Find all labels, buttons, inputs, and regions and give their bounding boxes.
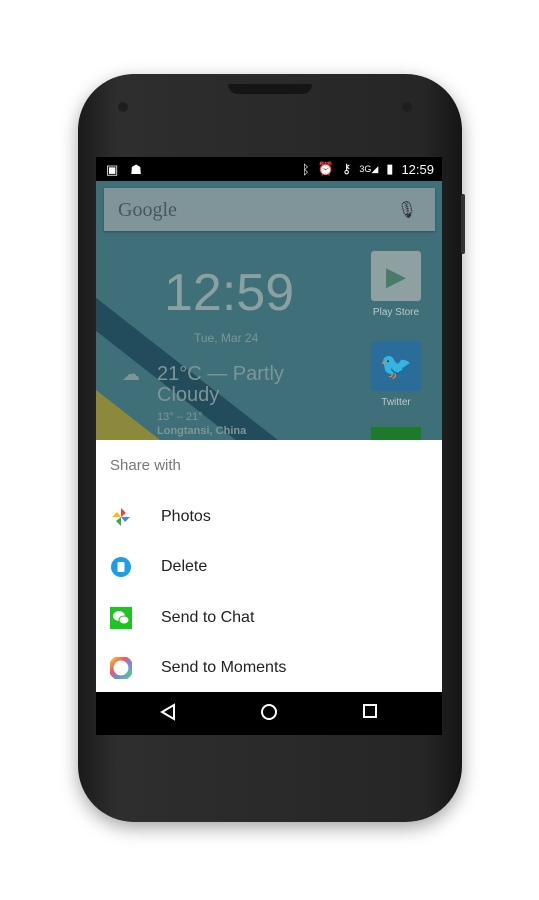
share-item-label: Delete	[161, 558, 208, 575]
clock-widget[interactable]: 12:59	[164, 263, 294, 323]
bluetooth-icon: ᛒ	[301, 161, 310, 177]
share-sheet: Share with Photos Delete Send to Chat Se…	[96, 440, 442, 692]
battery-charging-icon: ▮	[386, 161, 394, 176]
image-icon: ▣	[106, 162, 119, 177]
status-time: 12:59	[401, 161, 434, 177]
share-item-delete[interactable]: Delete	[96, 542, 442, 592]
home-screen-wallpaper: Google 🎙 12:59 Tue, Mar 24 ☁ 21°C — Part…	[96, 181, 442, 440]
cloud-icon: ☁	[122, 364, 140, 384]
microphone-icon[interactable]: 🎙	[397, 200, 417, 220]
recents-icon	[363, 704, 377, 718]
weather-location: Longtansi, China	[157, 425, 247, 437]
speaker-grille	[228, 84, 312, 94]
trash-icon	[111, 557, 131, 577]
screen: ▣ ☗ ᛒ ⏰ ⚷ 3G◢ ▮ 12:59 Google 🎙 12:59 Tue…	[96, 157, 442, 735]
camera-aperture-icon	[110, 657, 132, 679]
back-icon	[160, 703, 175, 721]
app-label: Twitter	[381, 397, 411, 408]
power-button	[461, 194, 465, 254]
date-label: Tue, Mar 24	[194, 331, 259, 345]
home-icon	[261, 704, 277, 720]
google-search-bar[interactable]: Google 🎙	[104, 188, 435, 231]
weather-details: 13° – 21° Longtansi, China	[157, 410, 297, 438]
alarm-icon: ⏰	[317, 161, 334, 176]
share-item-label: Send to Moments	[161, 659, 287, 676]
play-store-icon: ▶	[371, 251, 421, 301]
front-camera	[402, 102, 412, 112]
home-button[interactable]	[260, 703, 278, 726]
signal-icon: 3G◢	[359, 163, 379, 174]
app-label: Play Store	[372, 307, 420, 318]
network-type: 3G	[359, 163, 372, 174]
wechat-icon	[110, 607, 132, 629]
share-item-send-to-chat[interactable]: Send to Chat	[96, 593, 442, 643]
app-icon-partial	[371, 427, 421, 440]
vpn-key-icon: ⚷	[341, 161, 352, 176]
twitter-icon: 🐦	[371, 341, 421, 391]
back-button[interactable]	[160, 703, 176, 726]
share-item-label: Send to Chat	[161, 609, 255, 626]
google-logo: Google	[118, 199, 177, 221]
weather-range: 13° – 21°	[157, 411, 203, 423]
share-item-send-to-moments[interactable]: Send to Moments	[96, 643, 442, 693]
app-play-store[interactable]: ▶ Play Store	[368, 251, 424, 318]
recents-button[interactable]	[362, 703, 378, 724]
share-sheet-title: Share with	[110, 457, 181, 474]
pinwheel-icon	[112, 508, 130, 526]
share-item-label: Photos	[161, 508, 211, 525]
navigation-bar	[96, 692, 442, 735]
android-icon: ☗	[130, 162, 142, 177]
sensor	[118, 102, 128, 112]
status-bar: ▣ ☗ ᛒ ⏰ ⚷ 3G◢ ▮ 12:59	[96, 157, 442, 181]
weather-condition: 21°C — Partly Cloudy	[157, 363, 284, 406]
app-twitter[interactable]: 🐦 Twitter	[368, 341, 424, 408]
share-item-photos[interactable]: Photos	[96, 492, 442, 542]
